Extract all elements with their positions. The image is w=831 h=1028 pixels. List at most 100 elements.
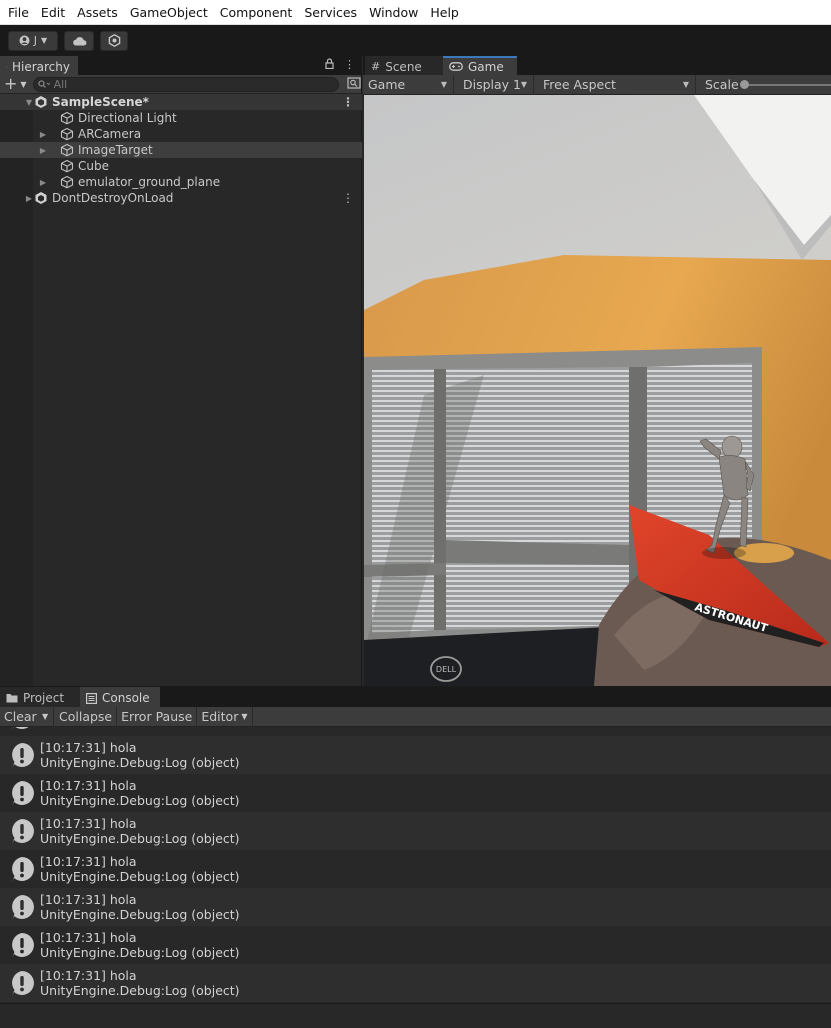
info-icon — [12, 933, 34, 958]
tab-hierarchy[interactable]: Hierarchy — [0, 56, 78, 75]
tab-game[interactable]: Game — [443, 56, 517, 75]
chevron-down-icon: ▼ — [440, 80, 447, 89]
info-icon — [12, 971, 34, 996]
log-message: [10:17:31] hola — [40, 816, 137, 831]
editor-dropdown[interactable]: Editor ▼ — [197, 706, 253, 727]
more-options-icon[interactable]: ⋮ — [342, 191, 354, 205]
more-options-icon[interactable]: ⋮ — [342, 95, 354, 109]
gameobject-cube-icon — [60, 143, 74, 157]
hierarchy-item-cube[interactable]: Cube — [0, 158, 362, 174]
tab-project[interactable]: Project — [0, 687, 80, 707]
gameobject-cube-icon — [60, 127, 74, 141]
scale-label: Scale — [705, 77, 739, 92]
log-entry[interactable]: [10:17:31] hola UnityEngine.Debug:Log (o… — [0, 964, 831, 1002]
menu-help[interactable]: Help — [424, 0, 465, 25]
menu-edit[interactable]: Edit — [35, 0, 71, 25]
expand-arrow-icon[interactable]: ▼ — [0, 98, 34, 107]
hierarchy-item-samplescene[interactable]: ▼ SampleScene* ⋮ — [0, 94, 362, 110]
expand-arrow-icon[interactable]: ▶ — [0, 146, 48, 155]
lock-icon[interactable] — [325, 58, 334, 72]
log-text: [10:17:31] hola UnityEngine.Debug:Log (o… — [40, 892, 240, 922]
scene-visibility-icon[interactable] — [347, 76, 361, 92]
gameobject-cube-icon — [60, 159, 74, 173]
account-icon — [19, 35, 30, 46]
hierarchy-item-label: ImageTarget — [78, 143, 153, 157]
more-options-icon[interactable]: ⋮ — [344, 58, 355, 72]
clear-options-dropdown[interactable]: ▼ — [40, 706, 54, 727]
log-text: [10:17:31] hola UnityEngine.Debug:Log (o… — [40, 930, 240, 960]
log-stacktrace: UnityEngine.Debug:Log (object) — [40, 793, 240, 808]
log-text: [10:17:31] hola UnityEngine.Debug:Log (o… — [40, 968, 240, 998]
console-panel: Project Console Clear ▼ Collapse Error P… — [0, 686, 831, 1028]
plus-icon: + — [4, 74, 18, 93]
error-pause-toggle[interactable]: Error Pause — [117, 706, 198, 727]
tab-scene[interactable]: # Scene — [365, 56, 443, 75]
log-stacktrace: UnityEngine.Debug:Log (object) — [40, 983, 240, 998]
hierarchy-item-directional-light[interactable]: Directional Light — [0, 110, 362, 126]
collab-icon — [108, 34, 120, 47]
tab-console[interactable]: Console — [80, 687, 160, 707]
grid-icon: # — [371, 60, 381, 73]
view-mode-dropdown[interactable]: Game ▼ — [363, 74, 454, 95]
hierarchy-item-arcamera[interactable]: ▶ ARCamera — [0, 126, 362, 142]
log-entry[interactable]: [10:17:31] hola UnityEngine.Debug:Log (o… — [0, 774, 831, 812]
hierarchy-toolbar: + ▼ All — [0, 75, 361, 94]
tab-project-label: Project — [23, 691, 65, 705]
menu-services[interactable]: Services — [298, 0, 363, 25]
hierarchy-item-imagetarget[interactable]: ▶ ImageTarget — [0, 142, 362, 158]
bottom-tabbar: Project Console — [0, 687, 831, 707]
monitor-brand-text: DELL — [436, 665, 457, 674]
account-dropdown[interactable]: J ▼ — [8, 30, 58, 51]
expand-arrow-icon[interactable]: ▶ — [0, 194, 34, 203]
aspect-dropdown[interactable]: Free Aspect ▼ — [534, 74, 696, 95]
console-log-list: [10:17:31] hola UnityEngine.Debug:Log (o… — [0, 727, 831, 1003]
main-toolbar: J ▼ — [0, 25, 831, 56]
view-mode-label: Game — [368, 77, 406, 92]
hierarchy-search-input[interactable]: All — [32, 76, 339, 92]
info-icon — [12, 895, 34, 920]
log-text: [10:17:31] hola UnityEngine.Debug:Log (o… — [40, 816, 240, 846]
chevron-down-icon: ▼ — [41, 36, 48, 45]
collapse-toggle[interactable]: Collapse — [54, 706, 118, 727]
folder-icon — [6, 694, 18, 703]
editor-label: Editor — [201, 709, 239, 724]
cloud-button[interactable] — [64, 30, 94, 51]
gameobject-cube-icon — [60, 175, 74, 189]
add-object-button[interactable]: + ▼ — [4, 74, 27, 93]
scale-slider[interactable] — [740, 79, 831, 89]
collab-button[interactable] — [100, 30, 128, 51]
log-text: [10:17:31] hola UnityEngine.Debug:Log (o… — [40, 778, 240, 808]
tab-console-label: Console — [102, 691, 150, 705]
info-icon — [12, 819, 34, 844]
scale-slider-thumb[interactable] — [740, 79, 749, 89]
log-entry[interactable]: [10:17:31] hola UnityEngine.Debug:Log (o… — [0, 812, 831, 850]
hierarchy-item-label: ARCamera — [78, 127, 142, 141]
error-pause-label: Error Pause — [121, 709, 193, 724]
menu-assets[interactable]: Assets — [71, 0, 124, 25]
clear-button[interactable]: Clear — [0, 707, 40, 727]
collapse-label: Collapse — [59, 709, 113, 724]
tab-hierarchy-label: Hierarchy — [11, 59, 70, 74]
hierarchy-tabbar: Hierarchy ⋮ — [0, 56, 361, 75]
log-entry[interactable]: [10:17:31] hola UnityEngine.Debug:Log (o… — [0, 926, 831, 964]
hierarchy-item-dontdestroyonload[interactable]: ▶ DontDestroyOnLoad ⋮ — [0, 190, 362, 206]
expand-arrow-icon[interactable]: ▶ — [0, 130, 48, 139]
menu-file[interactable]: File — [2, 0, 35, 25]
display-dropdown[interactable]: Display 1 ▼ — [454, 74, 534, 95]
menu-component[interactable]: Component — [214, 0, 299, 25]
log-entry[interactable]: [10:17:31] hola UnityEngine.Debug:Log (o… — [0, 736, 831, 774]
info-icon — [12, 857, 34, 882]
menu-window[interactable]: Window — [363, 0, 424, 25]
gameobject-cube-icon — [60, 111, 74, 125]
expand-arrow-icon[interactable]: ▶ — [0, 178, 48, 187]
log-message: [10:17:31] hola — [40, 778, 137, 793]
game-view-panel: # Scene Game Game ▼ Display 1 ▼ Free Asp… — [363, 56, 831, 686]
info-icon — [12, 743, 34, 768]
chevron-down-icon: ▼ — [42, 712, 49, 721]
log-entry[interactable]: [10:17:31] hola UnityEngine.Debug:Log (o… — [0, 888, 831, 926]
menu-gameobject[interactable]: GameObject — [124, 0, 214, 25]
game-render[interactable]: DELL ASTRONAUT — [364, 95, 831, 686]
log-entry-partial[interactable] — [0, 727, 831, 736]
log-entry[interactable]: [10:17:31] hola UnityEngine.Debug:Log (o… — [0, 850, 831, 888]
hierarchy-item-emulator-ground-plane[interactable]: ▶ emulator_ground_plane — [0, 174, 362, 190]
